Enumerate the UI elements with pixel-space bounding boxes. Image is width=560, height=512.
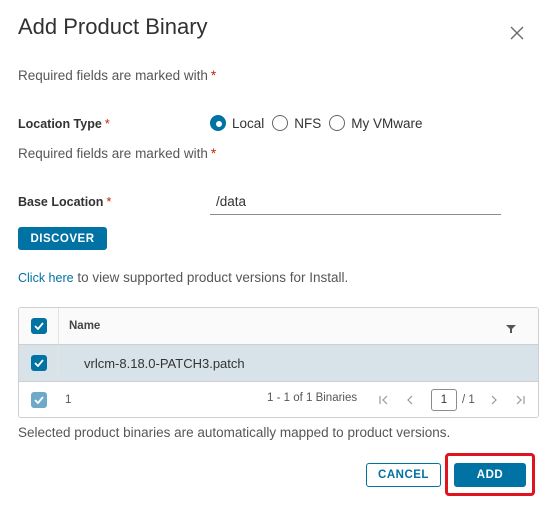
required-star: * — [104, 117, 110, 131]
location-type-label-text: Location Type — [18, 117, 102, 131]
required-star: * — [210, 68, 217, 83]
close-icon — [510, 26, 524, 40]
cancel-button[interactable]: CANCEL — [366, 463, 441, 487]
dialog-title: Add Product Binary — [18, 14, 208, 39]
first-page-icon[interactable] — [375, 390, 393, 410]
radio-button[interactable] — [329, 115, 346, 131]
check-icon — [33, 359, 44, 367]
select-all-checkbox[interactable] — [30, 318, 47, 334]
radio-nfs-label: NFS — [294, 115, 322, 131]
required-fields-note: Required fields are marked with * — [18, 68, 216, 83]
footer-selected-checkbox — [31, 391, 47, 408]
required-note-text: Required fields are marked with — [18, 68, 208, 83]
radio-local-label: Local — [232, 115, 265, 131]
radio-button[interactable] — [272, 115, 289, 131]
base-location-label: Base Location * — [18, 195, 111, 209]
radio-button-checked[interactable] — [210, 115, 226, 131]
radio-my-vmware[interactable]: My VMware — [329, 115, 423, 131]
required-star: * — [106, 195, 112, 209]
radio-my-vmware-label: My VMware — [351, 115, 423, 131]
location-type-radio-group: Local NFS My VMware — [210, 115, 431, 131]
column-header-name[interactable]: Name — [69, 320, 100, 332]
required-fields-note-2: Required fields are marked with * — [18, 146, 216, 161]
required-star: * — [210, 146, 217, 161]
check-icon — [33, 322, 44, 330]
total-pages: / 1 — [462, 394, 475, 406]
filter-icon[interactable] — [506, 321, 516, 339]
last-page-icon[interactable] — [511, 390, 529, 410]
add-button[interactable]: ADD — [454, 463, 526, 487]
location-type-label: Location Type * — [18, 117, 110, 131]
table-row[interactable]: vrlcm-8.18.0-PATCH3.patch — [19, 345, 538, 382]
datagrid-header: Name — [19, 308, 538, 345]
radio-local[interactable]: Local — [210, 115, 264, 131]
auto-mapping-note: Selected product binaries are automatica… — [18, 425, 451, 440]
row-select-cell — [19, 345, 59, 381]
discover-button[interactable]: DISCOVER — [18, 227, 107, 250]
select-all-cell — [19, 308, 59, 344]
prev-page-icon[interactable] — [401, 390, 419, 410]
binaries-datagrid: Name vrlcm-8.18.0-PATCH3.patch 1 1 - 1 o… — [18, 307, 539, 418]
help-line: Click here to view supported product ver… — [18, 270, 348, 285]
selected-count: 1 — [65, 393, 72, 406]
click-here-link[interactable]: Click here — [18, 271, 74, 285]
radio-nfs[interactable]: NFS — [272, 115, 321, 131]
base-location-input[interactable] — [210, 189, 501, 215]
check-icon — [34, 395, 44, 404]
pagination-range: 1 - 1 of 1 Binaries — [267, 392, 358, 404]
pagination-controls: / 1 — [375, 389, 537, 411]
page-number-input[interactable] — [431, 389, 457, 411]
close-button[interactable] — [508, 24, 526, 42]
base-location-label-text: Base Location — [18, 195, 104, 209]
datagrid-footer: 1 1 - 1 of 1 Binaries / 1 — [19, 382, 538, 417]
required-note-text: Required fields are marked with — [18, 146, 208, 161]
help-text: to view supported product versions for I… — [73, 270, 349, 285]
row-binary-name: vrlcm-8.18.0-PATCH3.patch — [84, 355, 245, 371]
next-page-icon[interactable] — [485, 390, 503, 410]
footer-select-cell — [19, 391, 59, 408]
row-checkbox[interactable] — [30, 355, 47, 371]
